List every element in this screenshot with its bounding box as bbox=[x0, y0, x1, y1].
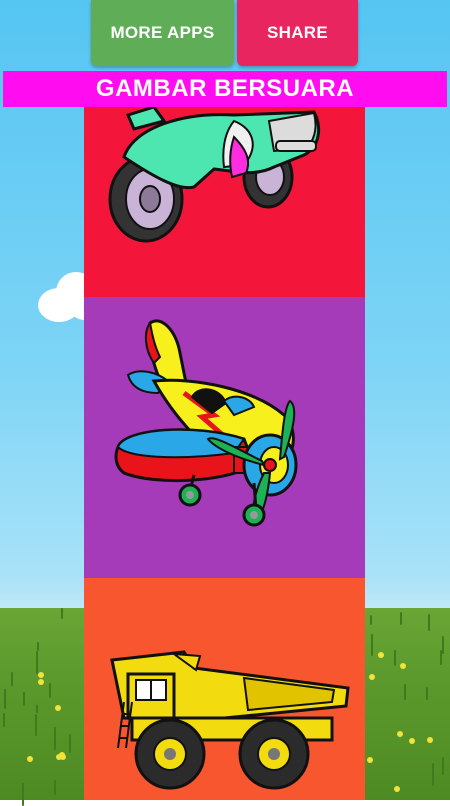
grass-blade bbox=[3, 713, 6, 728]
dandelion-flower bbox=[393, 786, 400, 793]
grass-blade bbox=[53, 727, 56, 750]
grass-blade bbox=[441, 635, 444, 655]
grass-blade bbox=[35, 650, 38, 674]
dandelion-flower bbox=[377, 652, 384, 659]
dandelion-flower bbox=[396, 730, 403, 737]
dandelion-flower bbox=[366, 756, 373, 763]
dandelion-flower bbox=[58, 751, 65, 758]
dandelion-flower bbox=[26, 756, 33, 763]
dump-truck-image bbox=[110, 650, 350, 790]
grass-blade bbox=[441, 757, 444, 776]
grass-blade bbox=[36, 641, 39, 651]
grass-blade bbox=[35, 714, 38, 737]
grass-blade bbox=[394, 650, 397, 667]
grass-blade bbox=[48, 682, 51, 699]
motorcycle-image bbox=[108, 107, 321, 243]
tile-motorcycle[interactable] bbox=[84, 107, 365, 297]
grass-blade bbox=[370, 614, 373, 626]
dandelion-flower bbox=[38, 678, 45, 685]
grass-blade bbox=[431, 762, 434, 786]
more-apps-button[interactable]: MORE APPS bbox=[91, 0, 234, 66]
share-button[interactable]: SHARE bbox=[237, 0, 358, 66]
dandelion-flower bbox=[55, 704, 61, 711]
grass-blade bbox=[53, 780, 56, 796]
dandelion-flower bbox=[408, 738, 415, 745]
dandelion-flower bbox=[368, 674, 375, 681]
tile-dump-truck[interactable] bbox=[84, 578, 365, 800]
grass-blade bbox=[426, 686, 428, 701]
app-title: GAMBAR BERSUARA bbox=[95, 75, 355, 102]
grass-blade bbox=[399, 612, 402, 625]
dandelion-flower bbox=[37, 671, 44, 678]
grass-blade bbox=[22, 782, 25, 806]
grass-blade bbox=[36, 704, 39, 713]
app-title-banner: GAMBAR BERSUARA bbox=[3, 71, 447, 107]
dandelion-flower bbox=[399, 663, 406, 670]
grass-blade bbox=[370, 634, 373, 656]
grass-blade bbox=[60, 608, 63, 619]
tile-airplane[interactable] bbox=[84, 297, 365, 578]
grass-blade bbox=[10, 672, 13, 686]
dandelion-flower bbox=[426, 736, 433, 743]
grass-blade bbox=[23, 692, 26, 706]
grass-blade bbox=[404, 683, 407, 701]
grass-blade bbox=[3, 689, 6, 710]
grass-blade bbox=[68, 733, 71, 753]
airplane-image bbox=[114, 319, 298, 527]
grass-blade bbox=[427, 614, 430, 631]
